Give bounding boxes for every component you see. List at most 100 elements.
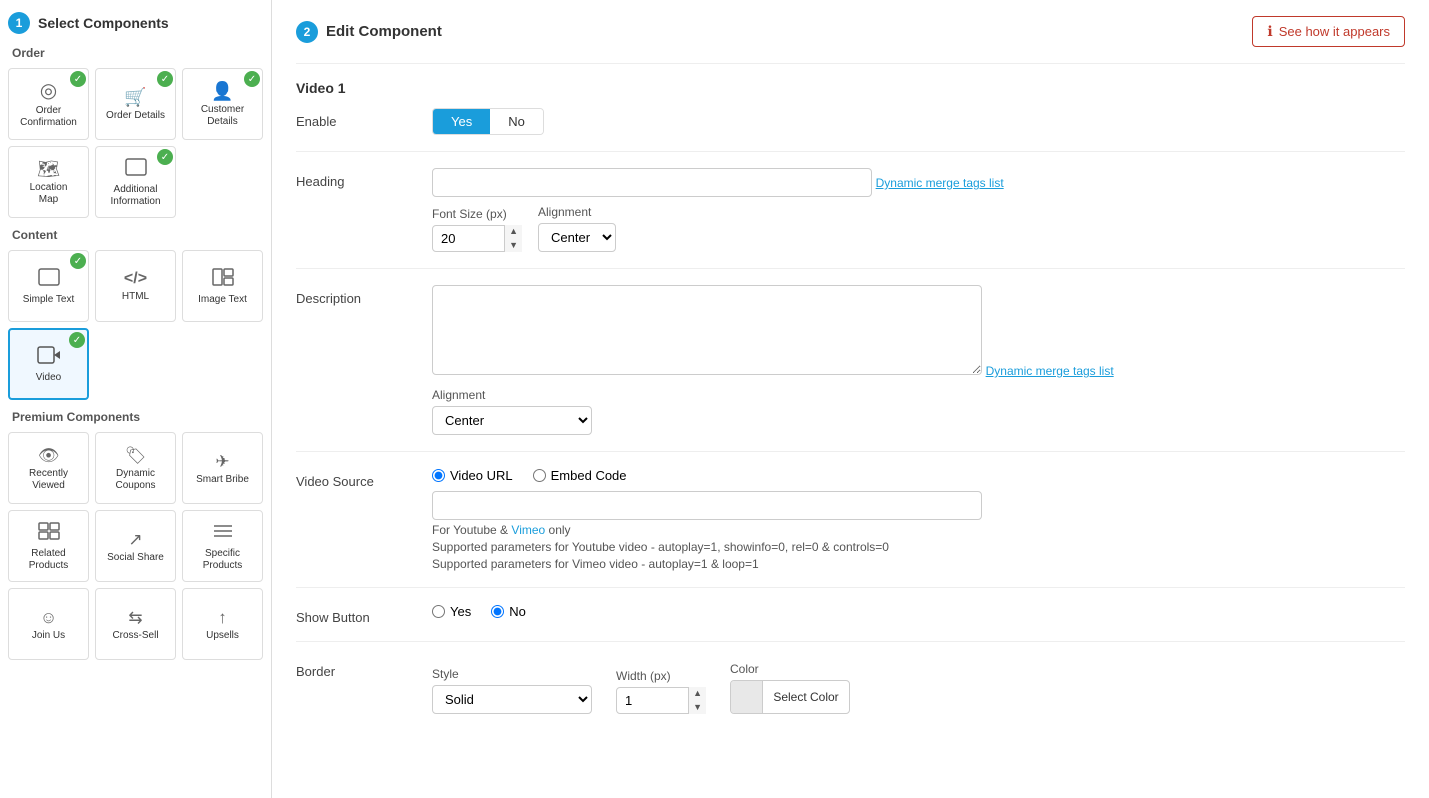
spin-buttons: ▲ ▼ xyxy=(504,225,522,252)
comp-video[interactable]: ✓ Video xyxy=(8,328,89,400)
order-details-label: Order Details xyxy=(106,110,165,122)
video-url-radio[interactable] xyxy=(432,469,445,482)
alignment-field: Alignment Left Center Right xyxy=(538,205,616,252)
simple-text-icon xyxy=(38,268,60,290)
desc-alignment-select[interactable]: Left Center Right xyxy=(432,406,592,435)
comp-additional-info[interactable]: ✓ AdditionalInformation xyxy=(95,146,176,218)
border-spin-down-button[interactable]: ▼ xyxy=(689,701,706,715)
show-button-label: Show Button xyxy=(296,610,416,625)
border-color-swatch xyxy=(731,681,763,713)
smart-bribe-label: Smart Bribe xyxy=(196,474,249,486)
heading-inline-fields: Font Size (px) ▲ ▼ Alignment Left Center xyxy=(432,205,1405,252)
check-badge: ✓ xyxy=(70,71,86,87)
check-badge: ✓ xyxy=(69,332,85,348)
step2-header: 2 Edit Component xyxy=(296,21,442,43)
content-section-title: Content xyxy=(12,228,263,242)
comp-upsells[interactable]: ↑ Upsells xyxy=(182,588,263,660)
desc-alignment-field: Alignment Left Center Right xyxy=(432,388,1405,435)
video-url-input[interactable] xyxy=(432,491,982,520)
heading-input[interactable] xyxy=(432,168,872,197)
alignment-label: Alignment xyxy=(538,205,616,219)
enable-yes-button[interactable]: Yes xyxy=(433,109,490,134)
order-components-grid: ✓ ◎ OrderConfirmation ✓ 🛒 Order Details … xyxy=(8,68,263,218)
upsells-label: Upsells xyxy=(206,630,239,642)
step1-label: Select Components xyxy=(38,15,169,31)
social-share-icon: ↗ xyxy=(128,531,142,548)
join-us-label: Join Us xyxy=(32,630,65,642)
comp-order-details[interactable]: ✓ 🛒 Order Details xyxy=(95,68,176,140)
show-button-yes-text: Yes xyxy=(450,604,471,619)
video-source-label: Video Source xyxy=(296,474,416,489)
border-field-content: Style None Solid Dashed Dotted Width (px… xyxy=(432,658,1405,714)
location-map-icon: 🗺 xyxy=(37,160,60,178)
recently-viewed-icon: 👁 xyxy=(38,447,60,464)
social-share-label: Social Share xyxy=(107,552,164,564)
heading-field-content: Dynamic merge tags list Font Size (px) ▲… xyxy=(432,168,1405,252)
enable-no-button[interactable]: No xyxy=(490,109,543,134)
select-color-button[interactable]: Select Color xyxy=(763,690,849,704)
comp-cross-sell[interactable]: ⇆ Cross-Sell xyxy=(95,588,176,660)
comp-dynamic-coupons[interactable]: 🏷 DynamicCoupons xyxy=(95,432,176,504)
spin-up-button[interactable]: ▲ xyxy=(505,225,522,239)
comp-image-text[interactable]: Image Text xyxy=(182,250,263,322)
comp-html[interactable]: </> HTML xyxy=(95,250,176,322)
border-color-swatch-button[interactable]: Select Color xyxy=(730,680,850,714)
comp-social-share[interactable]: ↗ Social Share xyxy=(95,510,176,582)
enable-toggle-group: Yes No xyxy=(432,108,544,135)
spin-down-button[interactable]: ▼ xyxy=(505,239,522,253)
see-how-label: See how it appears xyxy=(1279,24,1390,39)
see-how-button[interactable]: ℹ See how it appears xyxy=(1252,16,1405,47)
comp-join-us[interactable]: ☺ Join Us xyxy=(8,588,89,660)
border-label: Border xyxy=(296,664,416,679)
comp-smart-bribe[interactable]: ✈ Smart Bribe xyxy=(182,432,263,504)
comp-order-confirmation[interactable]: ✓ ◎ OrderConfirmation xyxy=(8,68,89,140)
order-confirmation-icon: ◎ xyxy=(40,81,57,101)
enable-field-content: Yes No xyxy=(432,108,1405,135)
image-text-icon xyxy=(212,268,234,290)
border-width-wrap: ▲ ▼ xyxy=(616,687,706,714)
border-spin-up-button[interactable]: ▲ xyxy=(689,687,706,701)
check-badge: ✓ xyxy=(157,71,173,87)
location-map-label: LocationMap xyxy=(30,182,68,206)
comp-customer-details[interactable]: ✓ 👤 CustomerDetails xyxy=(182,68,263,140)
check-badge: ✓ xyxy=(244,71,260,87)
show-button-yes-radio[interactable] xyxy=(432,605,445,618)
border-style-select[interactable]: None Solid Dashed Dotted xyxy=(432,685,592,714)
show-button-no-radio[interactable] xyxy=(491,605,504,618)
comp-recently-viewed[interactable]: 👁 RecentlyViewed xyxy=(8,432,89,504)
embed-code-radio-text: Embed Code xyxy=(551,468,627,483)
description-merge-tags-link[interactable]: Dynamic merge tags list xyxy=(986,364,1114,378)
step2-label: Edit Component xyxy=(326,23,442,40)
video-url-radio-label[interactable]: Video URL xyxy=(432,468,513,483)
dynamic-coupons-icon: 🏷 xyxy=(125,447,147,464)
show-button-no-label[interactable]: No xyxy=(491,604,526,619)
heading-field-row: Heading Dynamic merge tags list Font Siz… xyxy=(296,168,1405,252)
step1-circle: 1 xyxy=(8,12,30,34)
comp-location-map[interactable]: 🗺 LocationMap xyxy=(8,146,89,218)
font-size-field: Font Size (px) ▲ ▼ xyxy=(432,207,522,252)
content-components-grid: ✓ Simple Text </> HTML Image Text xyxy=(8,250,263,400)
embed-code-radio[interactable] xyxy=(533,469,546,482)
comp-related-products[interactable]: RelatedProducts xyxy=(8,510,89,582)
video-source-radio-group: Video URL Embed Code xyxy=(432,468,1405,483)
comp-simple-text[interactable]: ✓ Simple Text xyxy=(8,250,89,322)
description-field-row: Description Dynamic merge tags list Alig… xyxy=(296,285,1405,435)
left-panel: 1 Select Components Order ✓ ◎ OrderConfi… xyxy=(0,0,272,798)
join-us-icon: ☺ xyxy=(40,609,57,626)
enable-field-row: Enable Yes No xyxy=(296,108,1405,135)
vimeo-text: Vimeo xyxy=(511,523,545,537)
related-products-icon xyxy=(38,522,60,544)
show-button-yes-label[interactable]: Yes xyxy=(432,604,471,619)
alignment-select[interactable]: Left Center Right xyxy=(538,223,616,252)
border-color-field: Color Select Color xyxy=(730,662,850,714)
html-label: HTML xyxy=(122,291,149,303)
show-button-no-text: No xyxy=(509,604,526,619)
step1-header: 1 Select Components xyxy=(8,12,263,34)
description-textarea[interactable] xyxy=(432,285,982,375)
show-button-field-row: Show Button Yes No xyxy=(296,604,1405,625)
border-row: Style None Solid Dashed Dotted Width (px… xyxy=(432,662,1405,714)
comp-specific-products[interactable]: SpecificProducts xyxy=(182,510,263,582)
embed-code-radio-label[interactable]: Embed Code xyxy=(533,468,627,483)
image-text-label: Image Text xyxy=(198,294,247,306)
heading-merge-tags-link[interactable]: Dynamic merge tags list xyxy=(876,176,1004,190)
